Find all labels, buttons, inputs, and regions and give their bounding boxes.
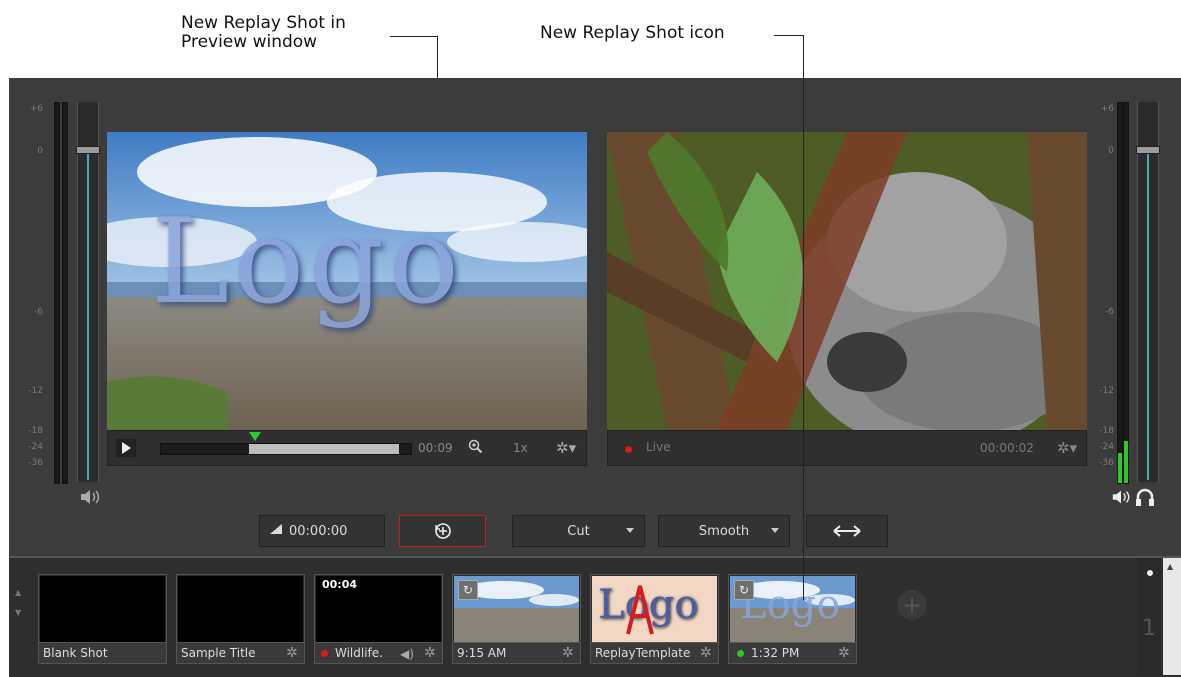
live-label: Live xyxy=(646,440,671,454)
shot-label: Blank Shot xyxy=(39,642,166,663)
add-shot-icon[interactable]: + xyxy=(897,590,927,620)
shot-sample-title[interactable]: Sample Title ✲ xyxy=(176,574,305,664)
swap-arrows-icon xyxy=(833,525,861,537)
shot-label: ReplayTemplate xyxy=(591,642,718,663)
left-meter-scale: +6 0 -6 -12 -18 -24 -36 xyxy=(28,104,43,468)
left-fader-knob[interactable] xyxy=(76,146,100,154)
shot-thumbnail: Logo ↻ xyxy=(730,576,855,642)
speaker-icon[interactable] xyxy=(79,488,101,510)
program-gear-icon[interactable]: ✲▾ xyxy=(1057,439,1077,457)
transition-dropdown[interactable]: Cut xyxy=(512,515,645,547)
preview-window[interactable]: Logo xyxy=(107,132,587,430)
left-meter-bar-1 xyxy=(54,102,60,484)
duration-value: 00:00:00 xyxy=(289,523,348,539)
program-window[interactable] xyxy=(607,132,1087,430)
ramp-icon xyxy=(269,523,283,539)
preview-control-bar: 00:09 1x ✲▾ xyxy=(107,430,587,466)
preview-scrubber[interactable] xyxy=(160,432,412,455)
page-indicator-dot xyxy=(1147,570,1153,576)
right-meter-scale: +6 0 -6 -12 -18 -24 -36 xyxy=(1099,104,1114,468)
easing-value: Smooth xyxy=(698,523,750,539)
zoom-icon[interactable] xyxy=(468,439,484,455)
replay-icon: ↻ xyxy=(458,580,478,600)
right-volume-fader[interactable] xyxy=(1136,102,1160,482)
gear-icon[interactable]: ✲ xyxy=(838,646,852,660)
right-meter-level-2 xyxy=(1124,441,1128,483)
transition-value: Cut xyxy=(567,523,590,539)
program-timecode: 00:00:02 xyxy=(980,441,1034,455)
scroll-up-arrow-icon[interactable]: ▲ xyxy=(1167,562,1173,571)
callout-preview-line2: Preview window xyxy=(181,32,318,52)
shot-thumbnail xyxy=(178,576,303,642)
gear-icon[interactable]: ✲▾ xyxy=(556,439,576,457)
program-control-bar: Live 00:00:02 ✲▾ xyxy=(607,430,1087,466)
left-volume-fader[interactable] xyxy=(76,102,100,482)
shot-duration-overlay: 00:04 xyxy=(322,578,358,591)
callout-icon-vline xyxy=(803,35,804,600)
preview-timecode: 00:09 xyxy=(418,441,453,455)
shot-blank[interactable]: Blank Shot xyxy=(38,574,167,664)
gear-icon[interactable]: ✲ xyxy=(562,646,576,660)
callout-preview-hline xyxy=(390,36,438,37)
shot-label: Sample Title xyxy=(177,642,304,663)
preview-logo-text: Logo xyxy=(151,192,463,330)
right-meter-level-1 xyxy=(1118,453,1122,483)
shot-label: 1:32 PM xyxy=(729,642,856,663)
template-a-mark xyxy=(626,585,654,635)
easing-dropdown[interactable]: Smooth xyxy=(658,515,790,547)
recording-dot xyxy=(321,650,328,657)
shot-logo-text: Logo xyxy=(740,582,841,628)
preview-playhead[interactable] xyxy=(249,432,261,441)
replay-icon xyxy=(434,523,451,539)
preview-scrubber-fill xyxy=(249,444,399,454)
chevron-down-icon xyxy=(771,528,779,533)
headphones-speaker-icon[interactable] xyxy=(1111,488,1131,510)
replay-editor-window: +6 0 -6 -12 -18 -24 -36 Logo 00:09 1x ✲▾… xyxy=(9,78,1181,677)
headphones-icon[interactable] xyxy=(1135,488,1155,510)
shot-bar: ▲ ▼ Blank Shot Sample Title ✲ 00:04 Wild… xyxy=(9,556,1181,677)
gear-icon[interactable]: ✲ xyxy=(424,646,438,660)
gear-icon[interactable]: ✲ xyxy=(700,646,714,660)
chevron-down-icon xyxy=(626,528,634,533)
shot-thumbnail: 00:04 xyxy=(316,576,441,642)
shot-thumbnail xyxy=(40,576,165,642)
shot-9-15-am[interactable]: ↻ 9:15 AM ✲ xyxy=(452,574,581,664)
left-meter-bar-2 xyxy=(62,102,68,484)
shot-label: 9:15 AM xyxy=(453,642,580,663)
shot-wildlife[interactable]: 00:04 Wildlife. ◀) ✲ xyxy=(314,574,443,664)
play-icon[interactable] xyxy=(116,439,136,457)
page-number: 1 xyxy=(1142,616,1156,641)
replay-icon: ↻ xyxy=(734,580,754,600)
speaker-icon[interactable]: ◀) xyxy=(400,647,414,661)
shot-replay-template[interactable]: Logo ReplayTemplate ✲ xyxy=(590,574,719,664)
gear-icon[interactable]: ✲ xyxy=(286,646,300,660)
shot-bar-scrollbar[interactable]: ▲ xyxy=(1163,558,1181,675)
shot-new-replay[interactable]: Logo ↻ 1:32 PM ✲ xyxy=(728,574,857,664)
callout-icon: New Replay Shot icon xyxy=(540,23,725,43)
callout-icon-hline xyxy=(774,35,804,36)
shot-label: Wildlife. xyxy=(315,642,442,663)
callout-preview-line1: New Replay Shot in xyxy=(181,13,346,33)
shot-thumbnail: Logo xyxy=(592,576,717,642)
new-replay-shot-button[interactable] xyxy=(399,515,486,547)
status-dot xyxy=(737,650,744,657)
right-meter-bar-2 xyxy=(1123,102,1129,484)
swap-button[interactable] xyxy=(806,515,888,547)
scroll-up-icon[interactable]: ▲ xyxy=(15,588,21,597)
preview-speed[interactable]: 1x xyxy=(513,441,528,455)
live-indicator-dot xyxy=(625,446,632,453)
callout-preview: New Replay Shot in Preview window xyxy=(181,14,346,52)
program-video-frame xyxy=(607,132,1087,430)
duration-field[interactable]: 00:00:00 xyxy=(259,515,385,547)
shot-thumbnail: ↻ xyxy=(454,576,579,642)
scroll-down-icon[interactable]: ▼ xyxy=(15,608,21,617)
right-fader-knob[interactable] xyxy=(1136,146,1160,154)
shot-bar-page-panel: 1 xyxy=(1137,558,1161,675)
